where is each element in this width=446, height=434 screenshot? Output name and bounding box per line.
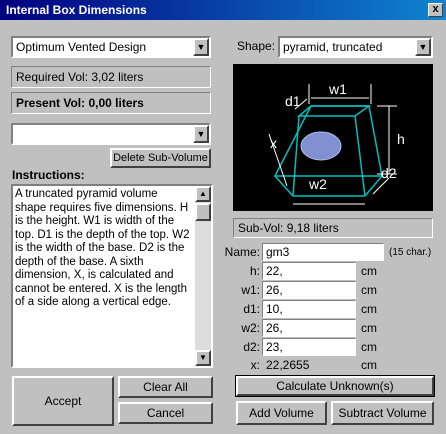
chevron-down-icon[interactable]: ▼ (193, 125, 209, 143)
dim-unit: cm (361, 321, 377, 335)
diagram-label-h: h (397, 131, 405, 147)
close-icon: x (432, 3, 439, 15)
calculate-unknowns-button[interactable]: Calculate Unknown(s) (235, 375, 435, 397)
shape-select[interactable]: pyramid, truncated ▼ (278, 36, 433, 58)
name-hint: (15 char.) (389, 247, 432, 258)
instructions-text: A truncated pyramid volume shape require… (15, 188, 190, 308)
x-value: 22,2655 (266, 358, 310, 372)
dim-label-h: h: (249, 264, 260, 278)
accept-button[interactable]: Accept (12, 376, 114, 426)
delete-subvolume-button[interactable]: Delete Sub-Volume (110, 148, 211, 168)
chevron-down-icon[interactable]: ▼ (415, 38, 431, 56)
dim-input-w2[interactable]: 26, (262, 319, 356, 337)
window-title: Internal Box Dimensions (6, 3, 147, 17)
dim-label-d1: d1: (243, 302, 260, 316)
shape-select-value: pyramid, truncated (283, 40, 383, 54)
truncated-pyramid-diagram: w1 d1 h x w2 d2 (268, 81, 405, 205)
subtract-volume-button[interactable]: Subtract Volume (331, 401, 434, 425)
design-select-value: Optimum Vented Design (16, 40, 147, 54)
scroll-up-icon[interactable]: ▲ (195, 186, 211, 202)
dim-input-d2[interactable]: 23, (262, 338, 356, 356)
scroll-down-icon[interactable]: ▼ (195, 350, 211, 366)
subvolume-readout: Sub-Vol: 9,18 liters (233, 218, 433, 238)
dim-label-d2: d2: (243, 340, 260, 354)
cancel-button[interactable]: Cancel (118, 402, 213, 424)
x-unit: cm (361, 358, 377, 372)
diagram-label-w1: w1 (328, 81, 347, 97)
present-volume: Present Vol: 0,00 liters (11, 92, 211, 114)
dim-unit: cm (361, 283, 377, 297)
clear-all-button[interactable]: Clear All (118, 376, 213, 398)
add-volume-button[interactable]: Add Volume (236, 401, 327, 425)
required-volume: Required Vol: 3,02 liters (11, 66, 211, 88)
dim-input-w1[interactable]: 26, (262, 281, 356, 299)
dim-unit: cm (361, 340, 377, 354)
instructions-scrollbar[interactable]: ▲ ▼ (195, 186, 211, 366)
dim-unit: cm (361, 302, 377, 316)
dim-label-w2: w2: (241, 321, 260, 335)
scroll-thumb[interactable] (195, 203, 211, 221)
chevron-down-icon[interactable]: ▼ (193, 38, 209, 56)
dim-unit: cm (361, 264, 377, 278)
instructions-heading: Instructions: (12, 168, 85, 182)
dim-input-d1[interactable]: 10, (262, 300, 356, 318)
name-input[interactable]: gm3 (262, 243, 384, 261)
diagram-label-d2: d2 (381, 165, 397, 181)
diagram-label-x: x (270, 135, 277, 151)
dim-input-h[interactable]: 22, (262, 262, 356, 280)
dim-label-w1: w1: (241, 283, 260, 297)
title-bar: Internal Box Dimensions (0, 0, 446, 20)
x-label: x: (250, 358, 260, 372)
design-select[interactable]: Optimum Vented Design ▼ (11, 36, 211, 58)
diagram-label-d1: d1 (285, 93, 301, 109)
shape-label: Shape: (237, 39, 276, 53)
close-button[interactable]: x (428, 3, 443, 17)
name-label: Name: (224, 245, 260, 259)
subvolume-select[interactable]: ▼ (11, 123, 211, 145)
diagram-label-w2: w2 (308, 176, 327, 192)
instructions-box[interactable]: A truncated pyramid volume shape require… (11, 184, 213, 368)
shape-diagram: w1 d1 h x w2 d2 (233, 64, 433, 211)
